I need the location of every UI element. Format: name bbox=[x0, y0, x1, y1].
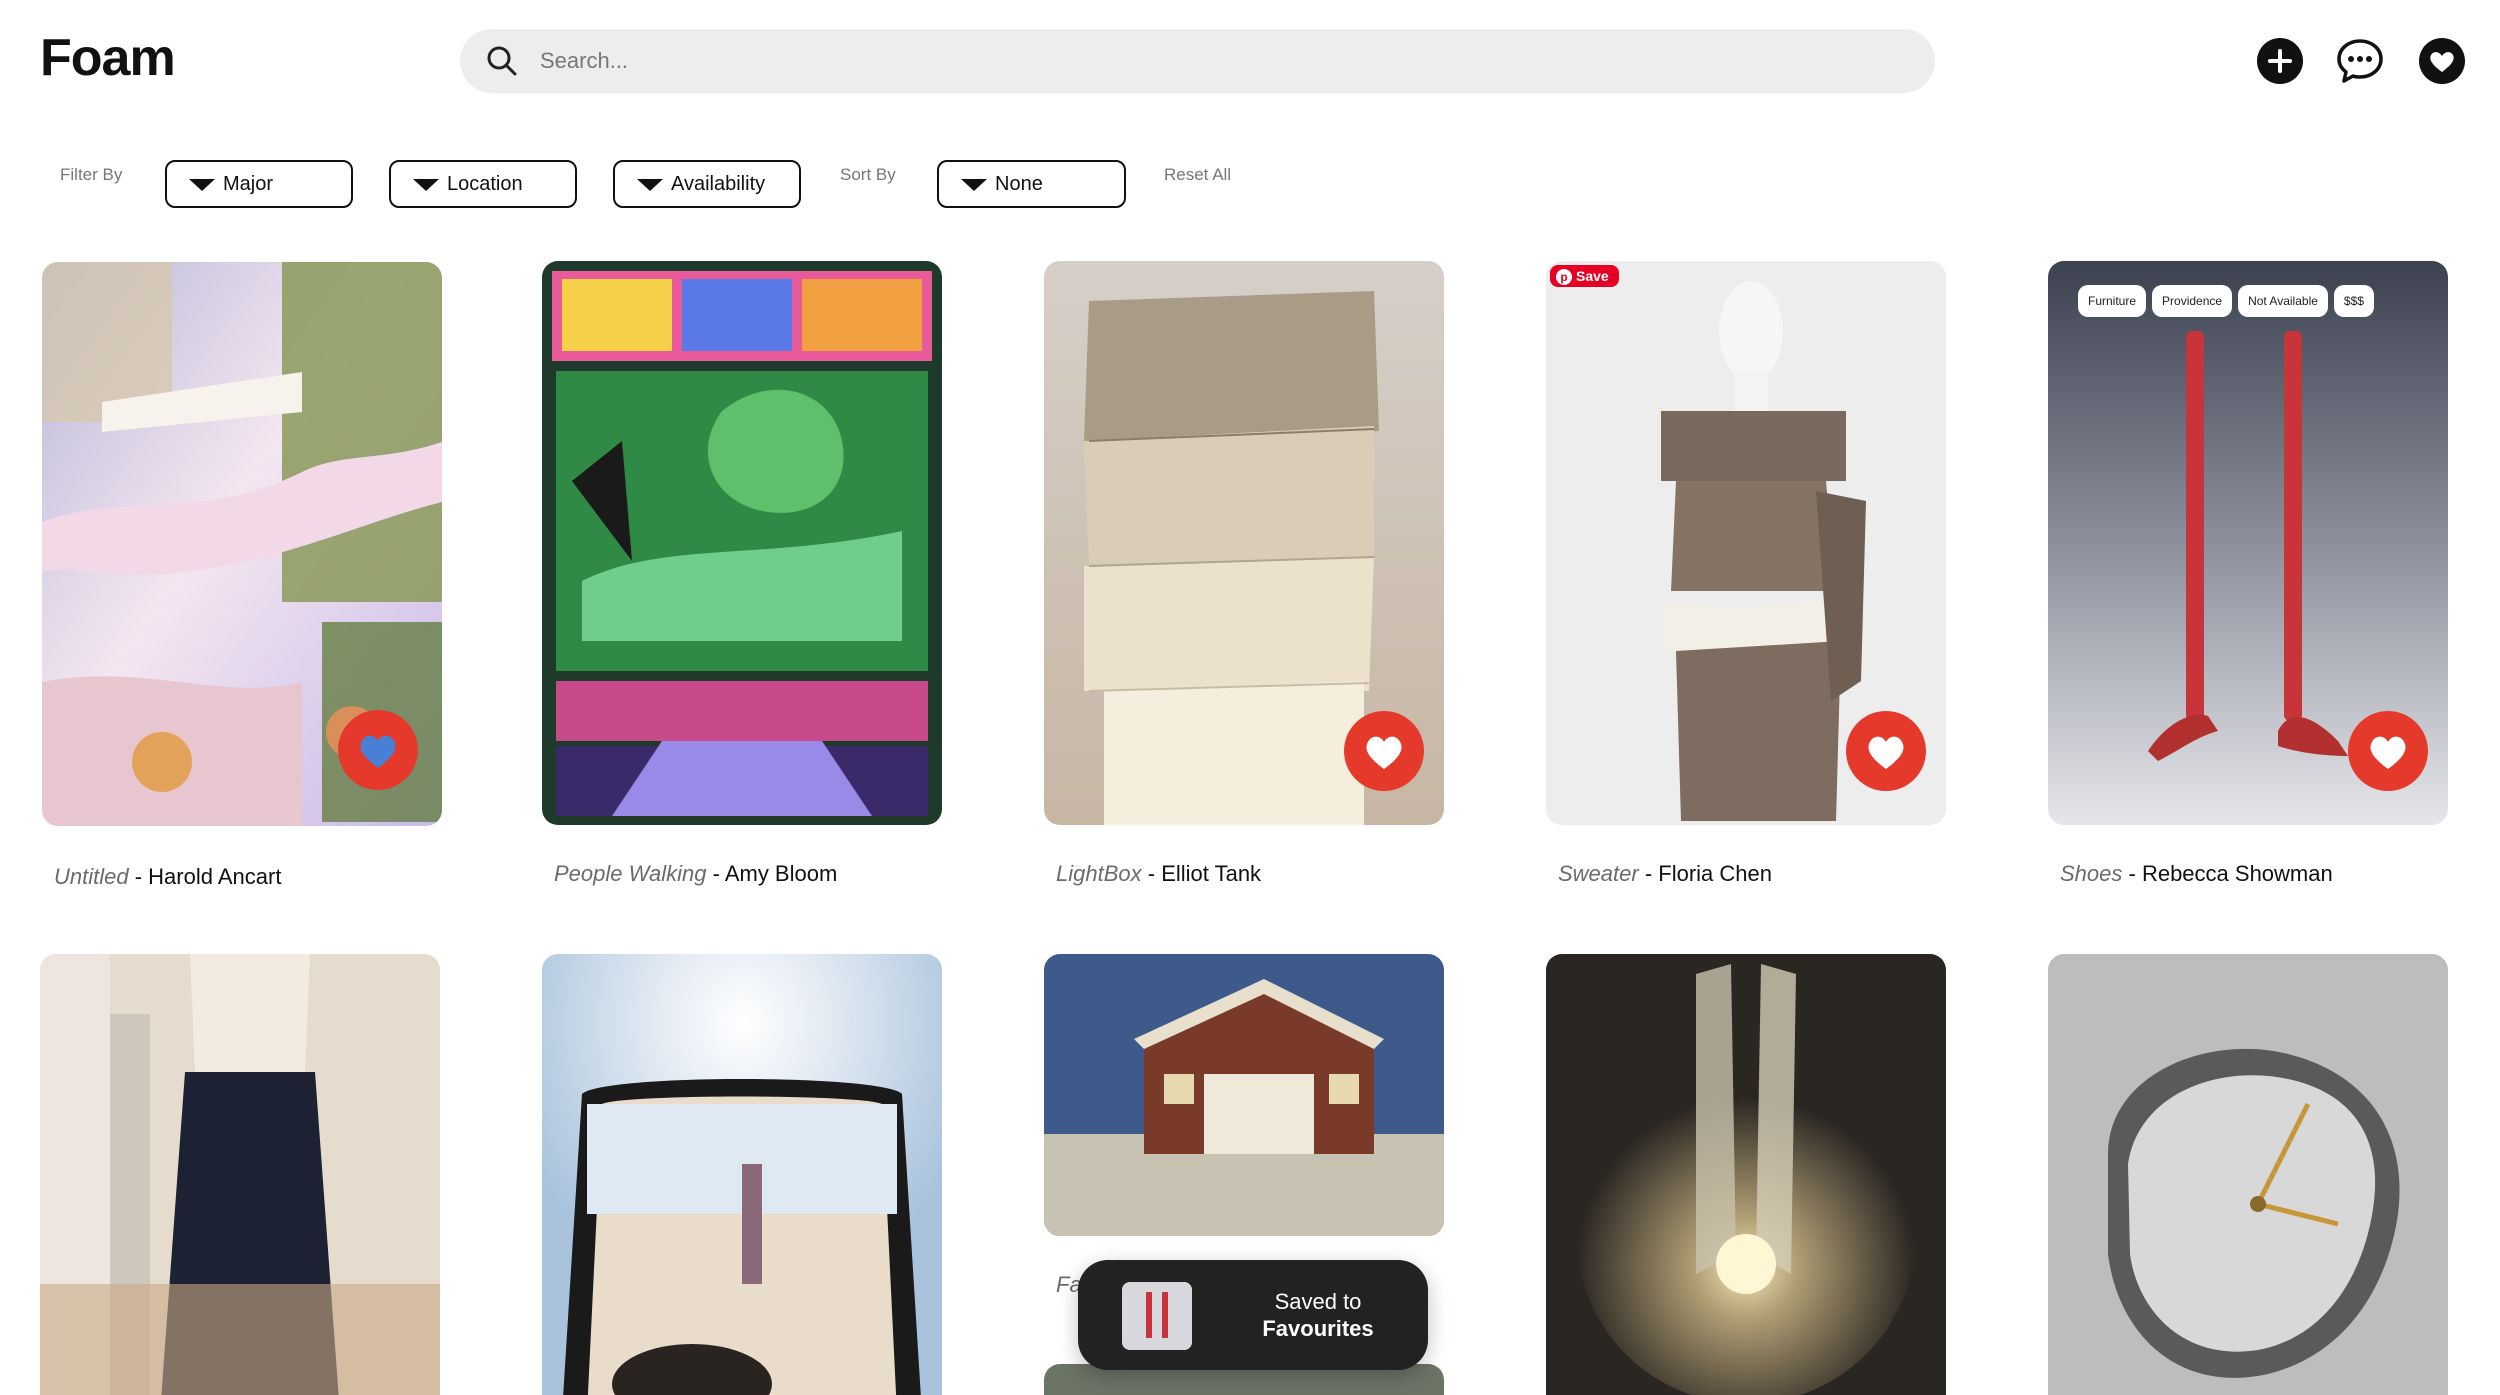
artwork-title: Untitled bbox=[54, 864, 129, 889]
favorite-button[interactable] bbox=[338, 710, 418, 790]
dropdown-arrow-icon bbox=[637, 179, 663, 191]
heart-icon bbox=[1868, 736, 1904, 769]
artwork-image[interactable]: p Save bbox=[1546, 261, 1946, 825]
location-tag[interactable]: Providence bbox=[2152, 285, 2233, 317]
dropdown-arrow-icon bbox=[189, 179, 215, 191]
search-input[interactable] bbox=[540, 29, 1900, 93]
favorite-button[interactable] bbox=[2348, 711, 2428, 791]
heart-icon bbox=[360, 735, 396, 768]
artist-name[interactable]: Harold Ancart bbox=[148, 864, 281, 889]
favorites-heart-icon[interactable] bbox=[2418, 37, 2466, 85]
price-tag[interactable]: $$$ bbox=[2333, 285, 2374, 317]
filter-bar: Filter By Major Location Availability So… bbox=[0, 150, 2500, 220]
search-icon bbox=[487, 46, 517, 76]
availability-filter-dropdown[interactable]: Availability bbox=[613, 160, 801, 208]
artwork-caption: Shoes - Rebecca Showman bbox=[2060, 861, 2333, 887]
artist-name[interactable]: Floria Chen bbox=[1658, 861, 1772, 886]
caption-separator: - bbox=[706, 861, 725, 886]
pinterest-icon: p bbox=[1556, 269, 1572, 285]
artwork-title: Sweater bbox=[1558, 861, 1639, 886]
pinterest-save-label: Save bbox=[1576, 268, 1609, 284]
artwork-title: Shoes bbox=[2060, 861, 2123, 886]
caption-separator: - bbox=[1141, 861, 1162, 886]
reset-all-link[interactable]: Reset All bbox=[1164, 165, 1231, 185]
sort-value-label: None bbox=[995, 172, 1043, 195]
category-tag[interactable]: Furniture bbox=[2078, 285, 2147, 317]
toast-line-2: Favourites bbox=[1262, 1316, 1374, 1341]
artwork-caption: People Walking - Amy Bloom bbox=[554, 861, 837, 887]
artist-name[interactable]: Elliot Tank bbox=[1161, 861, 1261, 886]
favorite-button[interactable] bbox=[1344, 711, 1424, 791]
caption-separator: - bbox=[1638, 861, 1659, 886]
major-filter-dropdown[interactable]: Major bbox=[165, 160, 353, 208]
heart-icon bbox=[1366, 736, 1402, 769]
artwork-image[interactable] bbox=[42, 262, 442, 826]
artwork-image[interactable] bbox=[1044, 261, 1444, 825]
availability-tag[interactable]: Not Available bbox=[2238, 285, 2328, 317]
artwork-image[interactable] bbox=[2048, 954, 2448, 1395]
item-tags: Furniture Providence Not Available $$$ bbox=[2078, 285, 2374, 317]
search-bar[interactable] bbox=[460, 29, 1935, 93]
artwork-title: LightBox bbox=[1056, 861, 1142, 886]
toast-message: Saved to Favourites bbox=[1228, 1288, 1408, 1342]
artist-name[interactable]: Rebecca Showman bbox=[2142, 861, 2333, 886]
add-icon[interactable] bbox=[2256, 37, 2304, 85]
major-filter-label: Major bbox=[223, 172, 274, 195]
artwork-image[interactable]: Furniture Providence Not Available $$$ bbox=[2048, 261, 2448, 825]
sort-by-label: Sort By bbox=[840, 165, 896, 184]
artwork-caption: Sweater - Floria Chen bbox=[1558, 861, 1772, 887]
artwork-title: People Walking bbox=[554, 861, 707, 886]
artwork-caption: LightBox - Elliot Tank bbox=[1056, 861, 1261, 887]
heart-icon bbox=[2370, 736, 2406, 769]
artwork-image[interactable] bbox=[1546, 954, 1946, 1395]
dropdown-arrow-icon bbox=[961, 179, 987, 191]
sort-dropdown[interactable]: None bbox=[937, 160, 1126, 208]
location-filter-dropdown[interactable]: Location bbox=[389, 160, 577, 208]
availability-filter-label: Availability bbox=[671, 172, 766, 195]
favorite-button[interactable] bbox=[1846, 711, 1926, 791]
chat-icon[interactable] bbox=[2336, 37, 2384, 85]
saved-toast: Saved to Favourites bbox=[1078, 1260, 1428, 1370]
caption-separator: - bbox=[128, 864, 149, 889]
pinterest-save-button[interactable]: p Save bbox=[1550, 265, 1619, 287]
toast-thumbnail bbox=[1122, 1282, 1192, 1350]
artwork-image[interactable] bbox=[1044, 954, 1444, 1236]
filter-by-label: Filter By bbox=[60, 165, 123, 184]
artwork-caption: Untitled - Harold Ancart bbox=[54, 864, 281, 890]
toast-line-1: Saved to bbox=[1274, 1289, 1362, 1314]
dropdown-arrow-icon bbox=[413, 179, 439, 191]
location-filter-label: Location bbox=[447, 172, 523, 195]
caption-separator: - bbox=[2122, 861, 2142, 886]
artwork-image[interactable] bbox=[542, 261, 942, 825]
artwork-image[interactable] bbox=[40, 954, 440, 1395]
top-header: Foam bbox=[0, 0, 2500, 125]
artist-name[interactable]: Amy Bloom bbox=[725, 861, 837, 886]
app-logo[interactable]: Foam bbox=[40, 28, 176, 88]
artwork-image[interactable] bbox=[542, 954, 942, 1395]
